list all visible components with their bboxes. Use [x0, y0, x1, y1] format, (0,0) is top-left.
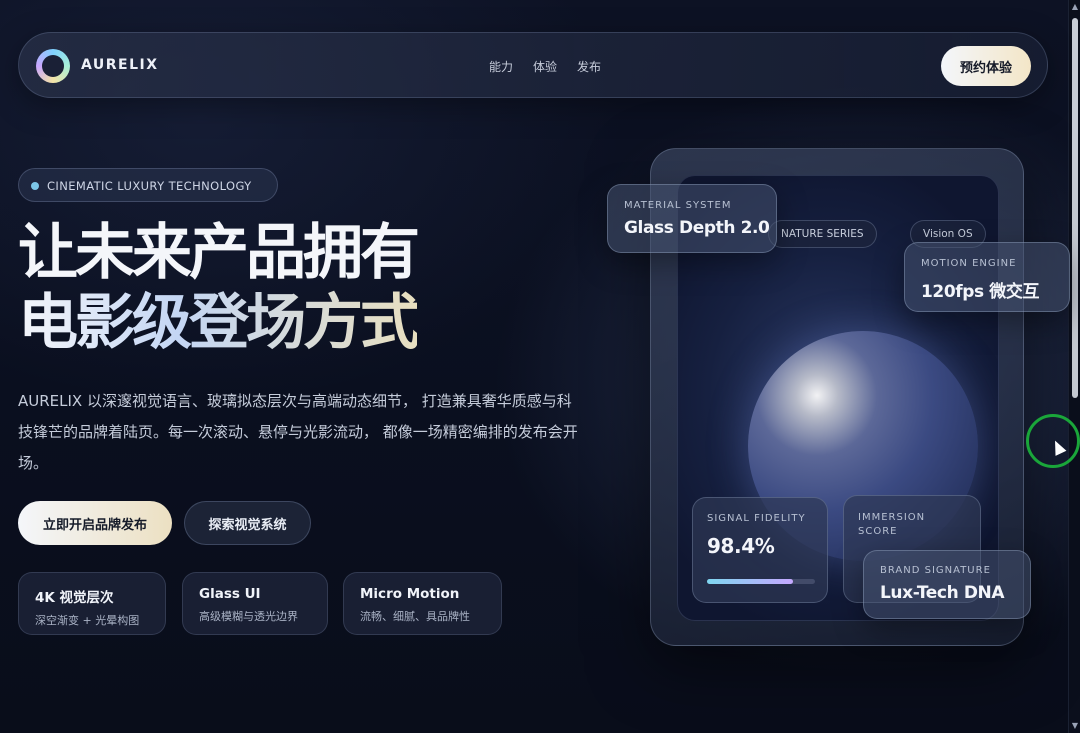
feature-card-glass-ui: Glass UI 高级模糊与透光边界: [182, 572, 328, 635]
scroll-up-icon[interactable]: ▲: [1071, 3, 1079, 11]
brand-signature-card: BRAND SIGNATURE Lux-Tech DNA: [863, 550, 1031, 619]
nav-link-capabilities[interactable]: 能力: [489, 58, 513, 75]
card-label: IMMERSION: [858, 512, 926, 523]
nature-series-chip: NATURE SERIES: [768, 220, 877, 248]
motion-engine-card: MOTION ENGINE 120fps 微交互: [904, 242, 1070, 312]
feature-title: 4K 视觉层次: [35, 590, 114, 606]
explore-visual-button[interactable]: 探索视觉系统: [184, 501, 311, 545]
scroll-down-icon[interactable]: ▼: [1071, 722, 1079, 730]
top-navbar: AURELIX 能力 体验 发布 预约体验: [18, 32, 1048, 98]
tag-dot-icon: [31, 182, 39, 190]
hero-tag-pill: CINEMATIC LUXURY TECHNOLOGY: [18, 168, 278, 202]
signal-progress-track: [707, 579, 815, 584]
start-launch-button[interactable]: 立即开启品牌发布: [18, 501, 172, 545]
brand-name[interactable]: AURELIX: [81, 57, 159, 73]
card-value: Glass Depth 2.0: [624, 218, 770, 238]
feature-card-4k: 4K 视觉层次 深空渐变 + 光晕构图: [18, 572, 166, 635]
card-value: Lux-Tech DNA: [880, 583, 1005, 603]
feature-subtitle: 深空渐变 + 光晕构图: [35, 614, 140, 627]
nav-link-experience[interactable]: 体验: [533, 58, 557, 75]
signal-progress-fill: [707, 579, 794, 584]
book-demo-button[interactable]: 预约体验: [941, 46, 1031, 86]
card-label-line-2: SCORE: [858, 526, 898, 537]
nav-links: 能力 体验 发布: [489, 58, 601, 75]
card-value: 120fps 微交互: [921, 282, 1040, 302]
material-system-card: MATERIAL SYSTEM Glass Depth 2.0: [607, 184, 777, 253]
scroll-thumb[interactable]: [1072, 18, 1078, 398]
feature-subtitle: 高级模糊与透光边界: [199, 610, 298, 623]
headline-line-2: 电影级登场方式: [18, 288, 420, 358]
card-label: MATERIAL SYSTEM: [624, 200, 732, 211]
signal-fidelity-card: SIGNAL FIDELITY 98.4%: [692, 497, 828, 603]
card-label: BRAND SIGNATURE: [880, 565, 991, 576]
card-label: MOTION ENGINE: [921, 258, 1017, 269]
nav-link-launch[interactable]: 发布: [577, 58, 601, 75]
card-value: 98.4%: [707, 534, 775, 558]
feature-title: Glass UI: [199, 586, 261, 602]
feature-subtitle: 流畅、细腻、具品牌性: [360, 610, 470, 623]
page-scrollbar[interactable]: ▲ ▼: [1068, 0, 1080, 733]
hero-headline: 让未来产品拥有 电影级登场方式: [18, 218, 420, 358]
headline-line-1: 让未来产品拥有: [18, 218, 420, 288]
hero-description: AURELIX 以深邃视觉语言、玻璃拟态层次与高端动态细节， 打造兼具奢华质感与…: [18, 392, 578, 472]
hero-tag-text: CINEMATIC LUXURY TECHNOLOGY: [47, 179, 252, 193]
feature-title: Micro Motion: [360, 586, 460, 602]
feature-card-micro-motion: Micro Motion 流畅、细腻、具品牌性: [343, 572, 502, 635]
logo-ring-icon[interactable]: [36, 49, 70, 83]
card-label: SIGNAL FIDELITY: [707, 513, 806, 524]
